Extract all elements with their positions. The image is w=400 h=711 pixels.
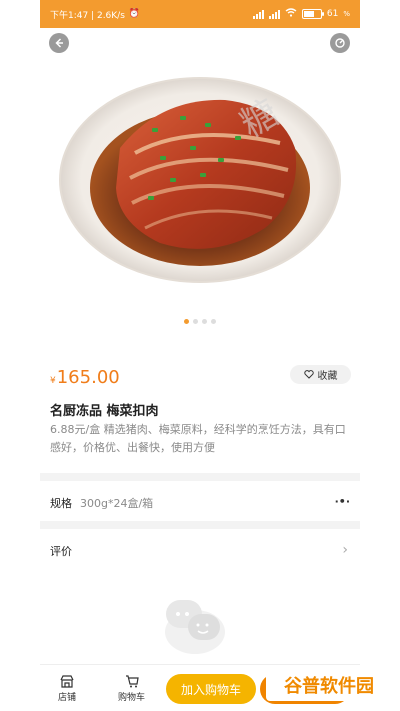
share-icon bbox=[335, 38, 345, 48]
battery-level bbox=[303, 11, 314, 17]
product-description: 6.88元/盒 精选猪肉、梅菜原料，经科学的烹饪方法，具有口感好，价格优、出餐快… bbox=[50, 423, 346, 454]
page: 下午1:47 | 2.6K/s ⏰ 61% 糖 ¥165.00 收藏 名厨冻品 … bbox=[0, 0, 400, 711]
section-divider bbox=[40, 521, 360, 529]
spec-row[interactable]: 规格 300g*24盒/箱 ·•· bbox=[50, 495, 350, 511]
add-to-cart-button[interactable]: 加入购物车 bbox=[166, 674, 256, 704]
carousel-dot[interactable] bbox=[184, 319, 189, 324]
cart-label: 购物车 bbox=[118, 693, 146, 703]
product-title: 名厨冻品 梅菜扣肉 bbox=[50, 404, 159, 419]
cart-icon bbox=[125, 675, 139, 688]
spec-value: 300g*24盒/箱 bbox=[80, 497, 154, 510]
chevron-right-icon[interactable]: › bbox=[342, 542, 348, 558]
back-button[interactable] bbox=[49, 33, 69, 53]
favorite-label: 收藏 bbox=[317, 371, 338, 382]
back-arrow-icon bbox=[55, 38, 63, 48]
carousel-dots[interactable] bbox=[40, 319, 360, 324]
status-bar: 下午1:47 | 2.6K/s ⏰ 61% bbox=[40, 0, 360, 28]
alarm-icon: ⏰ bbox=[128, 9, 141, 19]
phone-screen: 下午1:47 | 2.6K/s ⏰ 61% 糖 ¥165.00 收藏 名厨冻品 … bbox=[40, 0, 360, 711]
chat-bubbles-icon bbox=[165, 600, 225, 654]
dish-illustration: 糖 bbox=[59, 77, 341, 283]
site-watermark: 谷普软件园 bbox=[266, 669, 392, 701]
status-time-speed: 下午1:47 | 2.6K/s bbox=[50, 10, 125, 21]
share-button[interactable] bbox=[330, 33, 350, 53]
watermark-text: 谷普软件园 bbox=[284, 676, 374, 697]
add-to-cart-label: 加入购物车 bbox=[180, 682, 241, 697]
price-symbol: ¥ bbox=[50, 376, 56, 386]
review-row[interactable]: 评价 bbox=[50, 543, 350, 559]
review-label: 评价 bbox=[50, 545, 72, 558]
status-left: 下午1:47 | 2.6K/s ⏰ bbox=[50, 8, 140, 21]
battery-percent: 61 bbox=[326, 9, 339, 19]
carousel-dot[interactable] bbox=[211, 319, 216, 324]
section-divider bbox=[40, 473, 360, 481]
favorite-button[interactable]: 收藏 bbox=[290, 365, 351, 384]
carousel-dot[interactable] bbox=[202, 319, 207, 324]
signal-icon-2 bbox=[268, 9, 280, 19]
status-right: 61% bbox=[252, 8, 350, 20]
more-icon[interactable]: ·•· bbox=[335, 495, 350, 508]
signal-icon bbox=[252, 9, 264, 19]
wifi-icon bbox=[285, 8, 297, 20]
spec-label: 规格 bbox=[50, 497, 72, 510]
product-price: ¥165.00 bbox=[50, 367, 120, 388]
price-value: 165.00 bbox=[56, 367, 120, 388]
cart-tab[interactable]: 购物车 bbox=[118, 675, 145, 703]
shop-icon bbox=[60, 675, 74, 688]
battery-icon bbox=[301, 9, 324, 19]
shop-tab[interactable]: 店铺 bbox=[58, 675, 76, 703]
heart-icon bbox=[303, 370, 314, 379]
carousel-dot[interactable] bbox=[193, 319, 198, 324]
product-image[interactable]: 糖 bbox=[40, 28, 360, 328]
shop-label: 店铺 bbox=[58, 693, 77, 703]
